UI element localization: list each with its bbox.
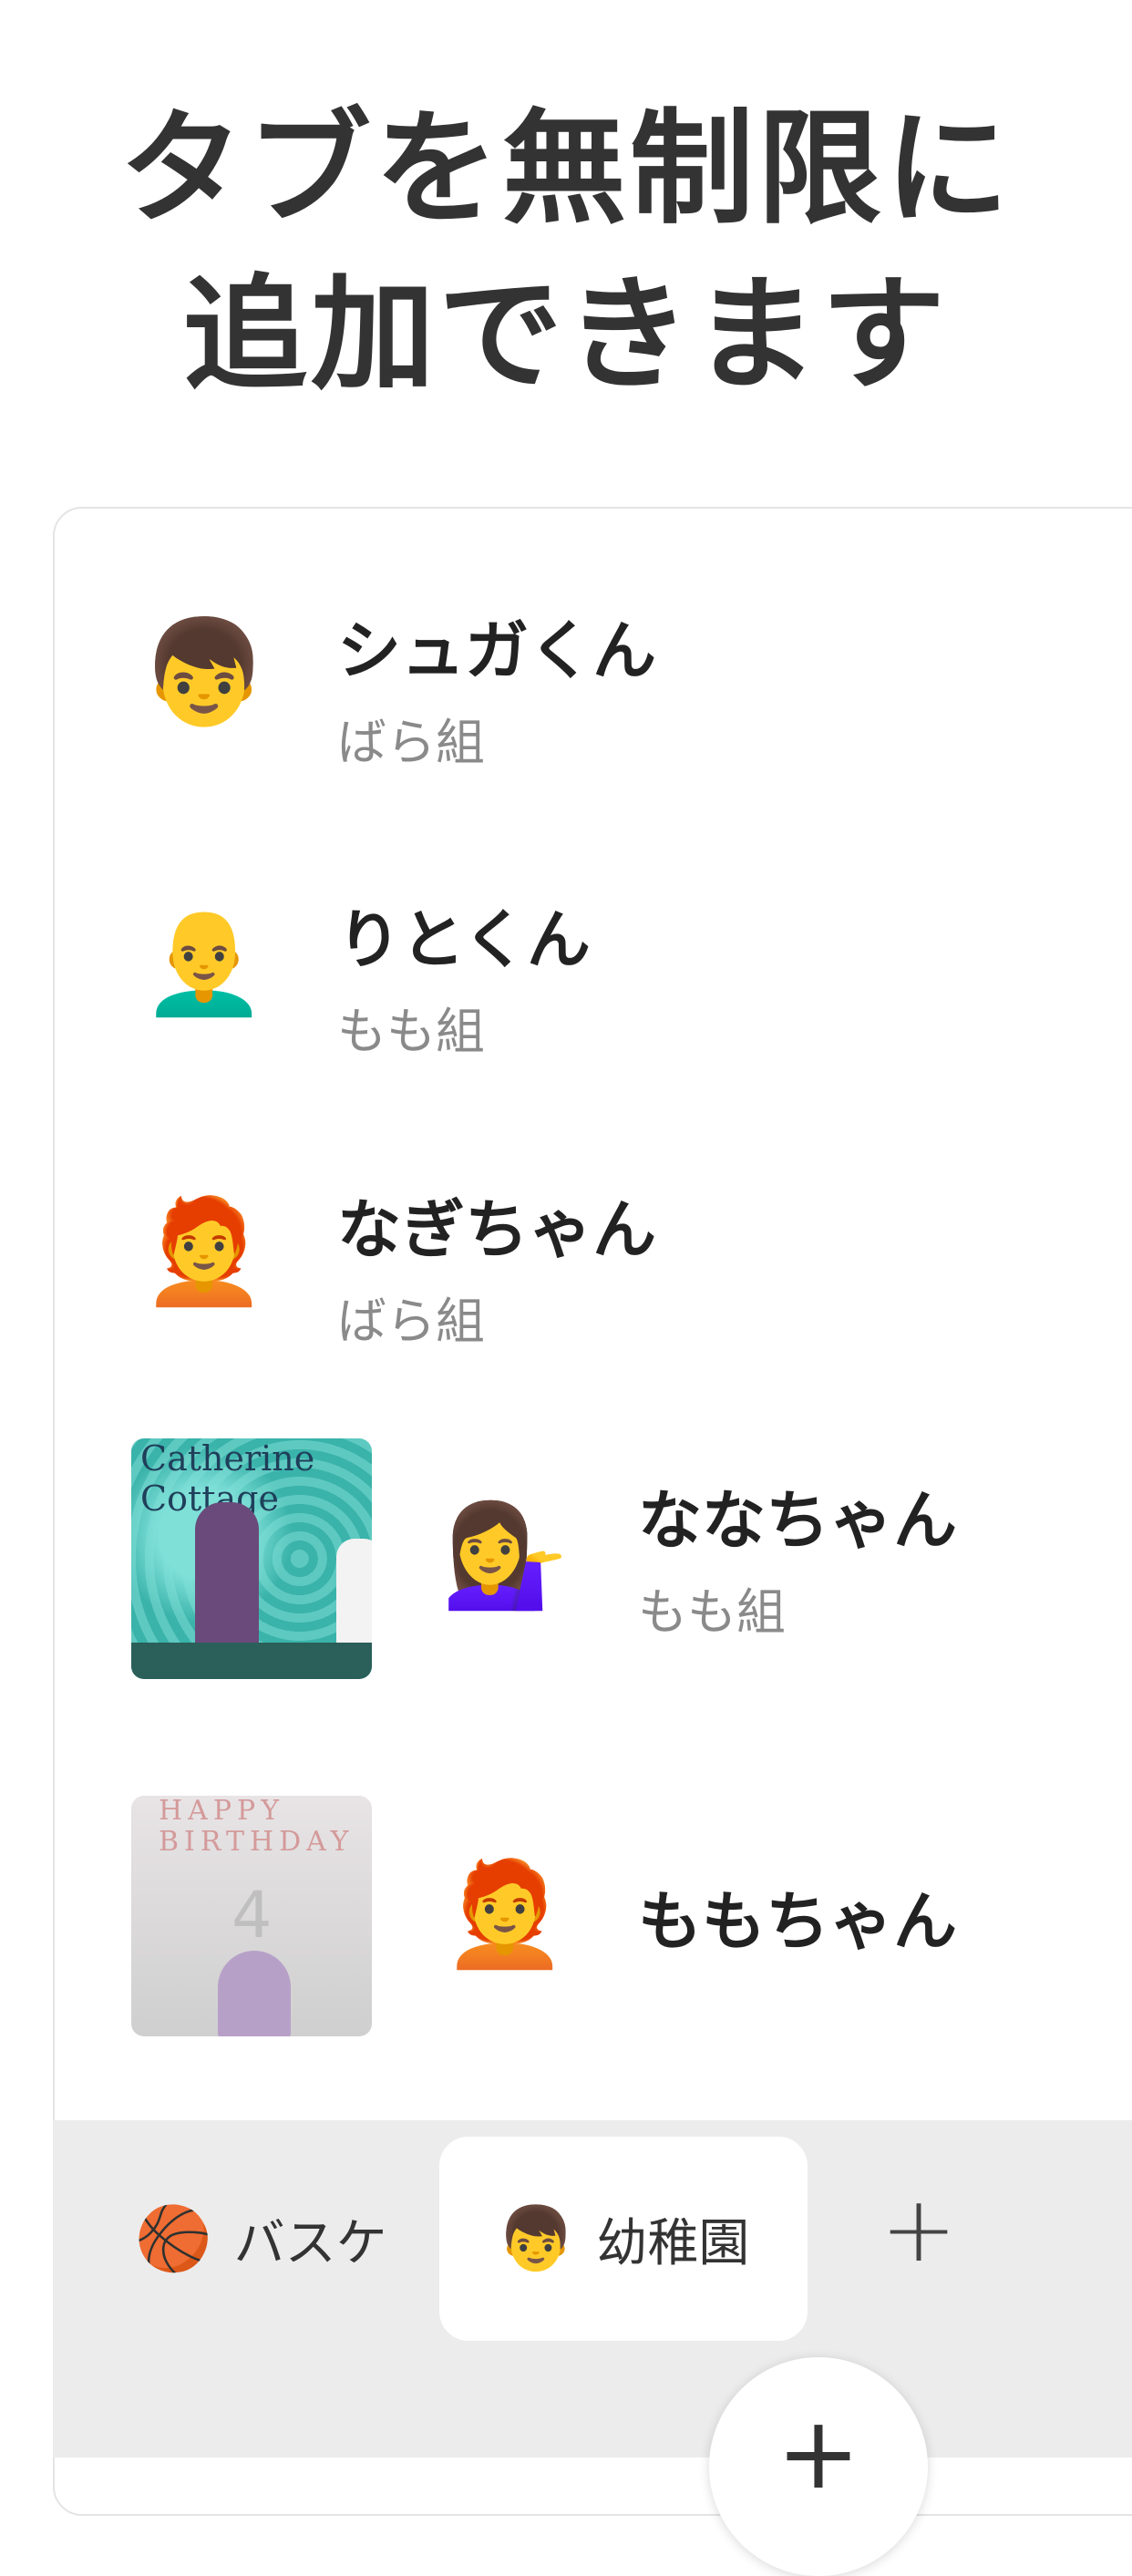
boy-emoji-icon: 👦 — [140, 613, 268, 732]
child-name: ももちゃん — [638, 1884, 957, 1959]
add-button[interactable]: + — [709, 2357, 928, 2576]
photo-balloon-number: 4 — [232, 1878, 273, 1953]
photo-banner-text: HAPPY BIRTHDAY — [159, 1796, 355, 1858]
child-name: なぎちゃん — [337, 1192, 656, 1267]
child-group: もも組 — [337, 1003, 485, 1060]
boy-icon: 👦 — [497, 2203, 575, 2275]
list-item[interactable]: 🧑‍🦰 なぎちゃん ばら組 — [55, 1124, 1132, 1397]
photo-stage — [131, 1643, 372, 1679]
bald-man-emoji-icon: 👨‍🦲 — [140, 902, 268, 1021]
child-group: もも組 — [638, 1583, 786, 1641]
list-item[interactable]: HAPPY BIRTHDAY 4 🧑‍🦰 ももちゃん — [55, 1796, 1132, 2069]
child-group: ばら組 — [337, 1293, 485, 1350]
woman-tipping-hand-emoji-icon: 💁‍♀️ — [441, 1496, 569, 1614]
add-tab-icon[interactable]: + — [873, 2184, 964, 2275]
headline-line-1: タブを無制限に — [119, 98, 1013, 242]
photo-figure — [218, 1951, 291, 2036]
photo-figure — [195, 1502, 259, 1648]
child-photo[interactable]: Catherine Cottage — [131, 1438, 372, 1679]
tab-kindergarten[interactable]: 👦 幼稚園 — [439, 2137, 808, 2341]
child-name: りとくん — [337, 902, 591, 977]
tab-basketball[interactable]: 🏀 バスケ — [135, 2137, 387, 2341]
list-item[interactable]: 👦 シュガくん ばら組 — [55, 545, 1132, 819]
headline-line-2: 追加できます — [183, 263, 949, 407]
child-name: シュガくん — [337, 613, 656, 688]
headline: タブを無制限に 追加できます — [0, 87, 1132, 418]
tab-label: 幼稚園 — [596, 2213, 750, 2273]
red-hair-person-emoji-icon: 🧑‍🦰 — [140, 1192, 268, 1311]
list-item[interactable]: 👨‍🦲 りとくん もも組 — [55, 834, 1132, 1108]
list-item[interactable]: Catherine Cottage 💁‍♀️ ななちゃん もも組 — [55, 1431, 1132, 1705]
red-hair-person-emoji-icon: 🧑‍🦰 — [441, 1855, 569, 1973]
basketball-icon: 🏀 — [135, 2203, 212, 2275]
tab-label: バスケ — [233, 2213, 387, 2273]
child-photo[interactable]: HAPPY BIRTHDAY 4 — [131, 1796, 372, 2036]
tab-bar: 🏀 バスケ 👦 幼稚園 + + — [53, 2120, 1132, 2576]
child-group: ばら組 — [337, 714, 485, 771]
child-name: ななちゃん — [638, 1483, 957, 1558]
